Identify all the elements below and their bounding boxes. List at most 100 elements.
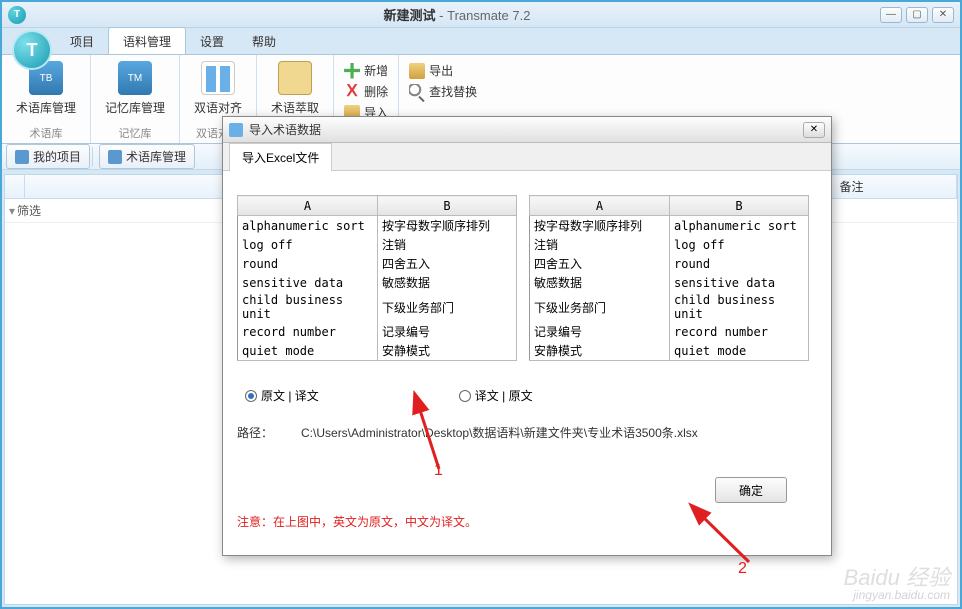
dialog-title: 导入术语数据	[249, 121, 803, 138]
annotation-label-2: 2	[738, 560, 747, 578]
termbase-mgmt-button[interactable]: TB 术语库管理	[12, 59, 80, 123]
table-row: child business unit下级业务部门	[238, 292, 517, 322]
delete-button[interactable]: 删除	[342, 82, 390, 101]
table-cell: 注销	[530, 235, 670, 254]
window-title: 新建测试 - Transmate 7.2	[34, 5, 880, 24]
table-cell: 四舍五入	[530, 254, 670, 273]
menu-tab-corpus[interactable]: 语料管理	[108, 27, 186, 54]
table-cell: record number	[238, 322, 378, 341]
table-row: 敏感数据sensitive data	[530, 273, 809, 292]
ribbon-group-memory: TM 记忆库管理 记忆库	[91, 55, 180, 143]
close-button[interactable]: ✕	[932, 7, 954, 23]
table-cell: 记录编号	[378, 322, 517, 341]
menu-bar: 项目 语料管理 设置 帮助	[2, 28, 960, 54]
window-controls: — ▢ ✕	[880, 7, 954, 23]
tab-import-excel[interactable]: 导入Excel文件	[229, 143, 332, 171]
main-window: T 新建测试 - Transmate 7.2 — ▢ ✕ T 项目 语料管理 设…	[0, 0, 962, 609]
search-icon	[409, 84, 425, 100]
note-text: 注意：在上图中，英文为原文，中文为译文。	[237, 513, 817, 530]
table-row: round四舍五入	[238, 254, 517, 273]
maximize-button[interactable]: ▢	[906, 7, 928, 23]
table-row: alphanumeric sort按字母数字顺序排列	[238, 216, 517, 236]
separator	[92, 147, 93, 167]
table-cell: child business unit	[238, 292, 378, 322]
app-orb-icon[interactable]: T	[12, 30, 52, 70]
menu-tab-help[interactable]: 帮助	[238, 28, 290, 54]
export-icon	[409, 63, 425, 79]
table-cell: 注销	[378, 235, 517, 254]
dialog-title-bar[interactable]: 导入术语数据 ✕	[223, 117, 831, 143]
table-cell: 敏感数据	[530, 273, 670, 292]
table-cell: log off	[238, 235, 378, 254]
table-cell: quiet mode	[670, 341, 809, 361]
path-label: 路径：	[237, 424, 273, 441]
dialog-icon	[229, 123, 243, 137]
title-bar: T 新建测试 - Transmate 7.2 — ▢ ✕	[2, 2, 960, 28]
radio-unchecked-icon	[459, 390, 471, 402]
table-row: quiet mode安静模式	[238, 341, 517, 361]
table-header-a[interactable]: A	[238, 196, 378, 216]
bilingual-align-button[interactable]: 双语对齐	[190, 59, 246, 123]
table-cell: quiet mode	[238, 341, 378, 361]
term-mgmt-button[interactable]: 术语库管理	[99, 144, 195, 169]
table-cell: 四舍五入	[378, 254, 517, 273]
table-row: sensitive data敏感数据	[238, 273, 517, 292]
annotation-label-1: 1	[434, 462, 443, 480]
table-row: 注销log off	[530, 235, 809, 254]
table-cell: 安静模式	[530, 341, 670, 361]
export-button[interactable]: 导出	[407, 61, 479, 80]
ribbon-group-label: 术语库	[30, 123, 63, 141]
align-icon	[201, 61, 235, 95]
dialog-body: AB alphanumeric sort按字母数字顺序排列log off注销ro…	[223, 171, 831, 555]
folder-icon	[15, 150, 29, 164]
path-value: C:\Users\Administrator\Desktop\数据语料\新建文件…	[301, 424, 698, 441]
table-cell: 记录编号	[530, 322, 670, 341]
my-project-button[interactable]: 我的项目	[6, 144, 90, 169]
ok-button[interactable]: 确定	[715, 477, 787, 503]
table-row: 记录编号record number	[530, 322, 809, 341]
radio-target-source[interactable]: 译文 | 原文	[459, 387, 533, 404]
table-row: 安静模式quiet mode	[530, 341, 809, 361]
ribbon-group-label: 记忆库	[119, 123, 152, 141]
filter-icon: ▾	[9, 204, 15, 218]
table-cell: 按字母数字顺序排列	[378, 216, 517, 236]
radio-source-target[interactable]: 原文 | 译文	[245, 387, 319, 404]
right-preview-table: AB 按字母数字顺序排列alphanumeric sort注销log off四舍…	[529, 195, 809, 361]
table-cell: sensitive data	[670, 273, 809, 292]
dialog-tabs: 导入Excel文件	[223, 143, 831, 171]
table-header-b[interactable]: B	[378, 196, 517, 216]
path-row: 路径： C:\Users\Administrator\Desktop\数据语料\…	[237, 424, 817, 441]
minimize-button[interactable]: —	[880, 7, 902, 23]
memory-mgmt-button[interactable]: TM 记忆库管理	[101, 59, 169, 123]
table-cell: child business unit	[670, 292, 809, 322]
table-header-a[interactable]: A	[530, 196, 670, 216]
table-cell: sensitive data	[238, 273, 378, 292]
table-cell: log off	[670, 235, 809, 254]
find-replace-button[interactable]: 查找替换	[407, 82, 479, 101]
add-icon	[344, 63, 360, 79]
radio-checked-icon	[245, 390, 257, 402]
table-cell: alphanumeric sort	[670, 216, 809, 236]
import-term-dialog: 导入术语数据 ✕ 导入Excel文件 AB alphanumeric sort按…	[222, 116, 832, 556]
table-cell: round	[238, 254, 378, 273]
ribbon-group-termbase: TB 术语库管理 术语库	[2, 55, 91, 143]
menu-tab-project[interactable]: 项目	[56, 28, 108, 54]
radio-row: 原文 | 译文 译文 | 原文	[237, 387, 817, 404]
dialog-close-button[interactable]: ✕	[803, 122, 825, 138]
table-row: 下级业务部门child business unit	[530, 292, 809, 322]
left-preview-table: AB alphanumeric sort按字母数字顺序排列log off注销ro…	[237, 195, 517, 361]
filter-label: 筛选	[17, 202, 41, 219]
table-row: 按字母数字顺序排列alphanumeric sort	[530, 216, 809, 236]
table-row: record number记录编号	[238, 322, 517, 341]
table-cell: 下级业务部门	[378, 292, 517, 322]
table-cell: 敏感数据	[378, 273, 517, 292]
table-cell: record number	[670, 322, 809, 341]
delete-icon	[344, 84, 360, 100]
menu-tab-settings[interactable]: 设置	[186, 28, 238, 54]
table-cell: 按字母数字顺序排列	[530, 216, 670, 236]
grid-header-num[interactable]	[5, 175, 25, 198]
table-header-b[interactable]: B	[670, 196, 809, 216]
table-row: log off注销	[238, 235, 517, 254]
add-button[interactable]: 新增	[342, 61, 390, 80]
termbase-small-icon	[108, 150, 122, 164]
